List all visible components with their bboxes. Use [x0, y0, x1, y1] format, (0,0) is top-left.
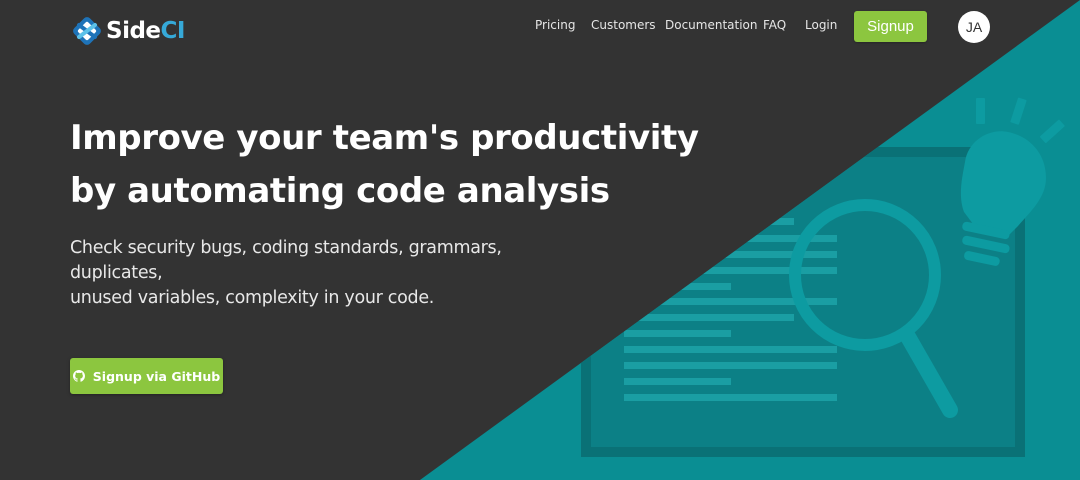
nav-link-faq[interactable]: FAQ — [763, 18, 786, 32]
user-avatar[interactable]: JA — [958, 11, 990, 43]
landing-page: SideCI Pricing Customers Documentation F… — [0, 0, 1080, 480]
hero-title-line-1: Improve your team's productivity — [70, 118, 699, 158]
hero-subtitle-line-2: unused variables, complexity in your cod… — [70, 288, 435, 308]
nav-link-documentation[interactable]: Documentation — [665, 18, 758, 32]
nav-link-pricing[interactable]: Pricing — [535, 18, 575, 32]
signup-via-github-button[interactable]: Signup via GitHub — [70, 358, 223, 394]
hero-title: Improve your team's productivity by auto… — [70, 112, 699, 218]
hero-subtitle: Check security bugs, coding standards, g… — [70, 236, 590, 311]
github-icon — [72, 370, 85, 382]
logo-suffix: CI — [160, 18, 186, 44]
signup-button[interactable]: Signup — [854, 11, 927, 42]
sideci-logo-icon — [73, 17, 101, 45]
nav-link-customers[interactable]: Customers — [591, 18, 656, 32]
sideci-logo[interactable]: SideCI — [70, 14, 185, 48]
nav-link-login[interactable]: Login — [805, 18, 837, 32]
logo-name: Side — [106, 18, 161, 44]
logo-wordmark: SideCI — [106, 18, 185, 44]
top-navigation: SideCI Pricing Customers Documentation F… — [0, 0, 1080, 54]
hero-title-line-2: by automating code analysis — [70, 171, 610, 211]
github-button-label: Signup via GitHub — [92, 368, 221, 384]
hero-subtitle-line-1: Check security bugs, coding standards, g… — [70, 238, 502, 283]
